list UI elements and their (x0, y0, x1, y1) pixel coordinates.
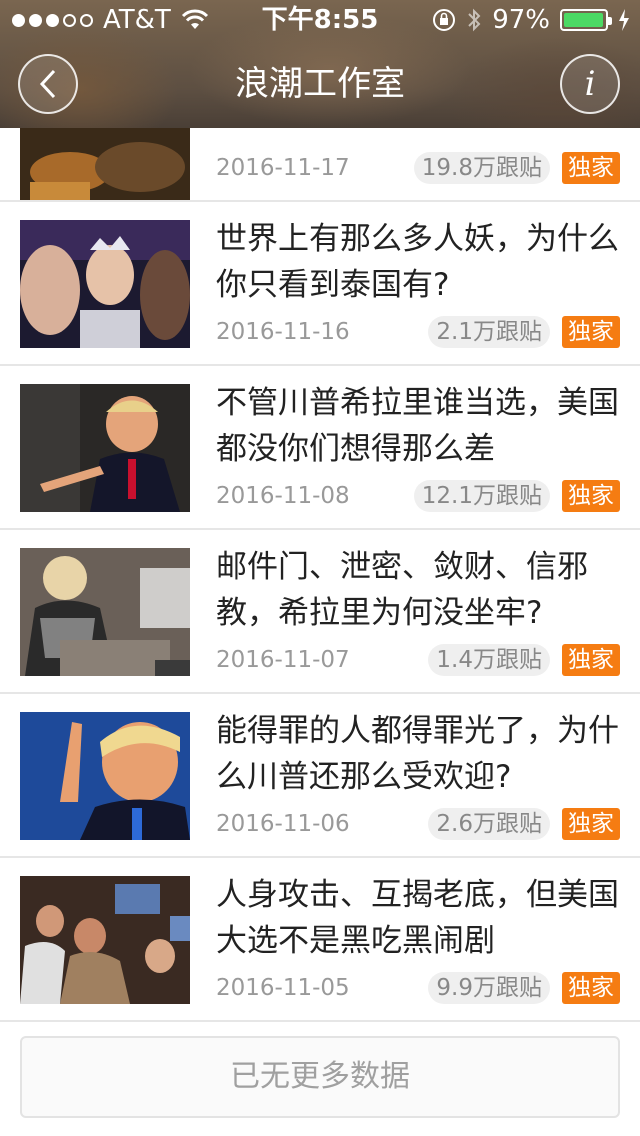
article-thumbnail (20, 384, 190, 512)
list-item[interactable]: 不管川普希拉里谁当选，美国都没你们想得那么差 2016-11-08 12.1万跟… (0, 366, 640, 530)
article-title[interactable]: 邮件门、泄密、敛财、信邪教，希拉里为何没坐牢? (216, 544, 624, 636)
reply-count[interactable]: 2.1万跟贴 (428, 316, 550, 348)
reply-count[interactable]: 12.1万跟贴 (413, 480, 550, 512)
list-item[interactable]: 能得罪的人都得罪光了，为什么川普还那么受欢迎? 2016-11-06 2.6万跟… (0, 694, 640, 858)
article-thumbnail (20, 220, 190, 348)
reply-count[interactable]: 2.6万跟贴 (428, 808, 550, 840)
orientation-lock-icon (433, 9, 456, 31)
nav-bar: 浪潮工作室 i (0, 40, 640, 128)
article-thumbnail (20, 876, 190, 1004)
list-item[interactable]: 2016-11-17 19.8万跟贴 独家 (0, 118, 640, 202)
article-title[interactable]: 能得罪的人都得罪光了，为什么川普还那么受欢迎? (216, 708, 624, 800)
status-bar: AT&T 下午8:55 97% (0, 0, 640, 40)
article-date: 2016-11-07 (216, 647, 350, 673)
list-item[interactable]: 人身攻击、互揭老底，但美国大选不是黑吃黑闹剧 2016-11-05 9.9万跟贴… (0, 858, 640, 1022)
exclusive-badge: 独家 (562, 972, 620, 1004)
page-title: 浪潮工作室 (235, 64, 405, 104)
article-title[interactable]: 世界上有那么多人妖，为什么你只看到泰国有? (216, 216, 624, 308)
exclusive-badge: 独家 (562, 152, 620, 184)
bluetooth-icon (468, 8, 481, 32)
battery-icon (560, 9, 612, 31)
article-thumbnail (20, 548, 190, 676)
exclusive-badge: 独家 (562, 316, 620, 348)
exclusive-badge: 独家 (562, 808, 620, 840)
exclusive-badge: 独家 (562, 480, 620, 512)
list-item[interactable]: 邮件门、泄密、敛财、信邪教，希拉里为何没坐牢? 2016-11-07 1.4万跟… (0, 530, 640, 694)
charging-bolt-icon (619, 9, 629, 31)
info-icon: i (584, 64, 596, 104)
reply-count[interactable]: 9.9万跟贴 (428, 972, 550, 1004)
info-button[interactable]: i (560, 54, 620, 114)
article-date: 2016-11-05 (216, 975, 350, 1001)
header: AT&T 下午8:55 97% 浪潮工作室 i (0, 0, 640, 128)
article-title[interactable]: 不管川普希拉里谁当选，美国都没你们想得那么差 (216, 380, 624, 472)
exclusive-badge: 独家 (562, 644, 620, 676)
battery-percent: 97% (492, 5, 550, 35)
article-date: 2016-11-17 (216, 155, 350, 181)
article-thumbnail (20, 712, 190, 840)
reply-count[interactable]: 19.8万跟贴 (413, 152, 550, 184)
article-title[interactable]: 人身攻击、互揭老底，但美国大选不是黑吃黑闹剧 (216, 872, 624, 964)
article-list: 2016-11-17 19.8万跟贴 独家 世界上有那么多人妖，为什么你只看到泰… (0, 118, 640, 1022)
article-date: 2016-11-06 (216, 811, 350, 837)
article-date: 2016-11-08 (216, 483, 350, 509)
article-thumbnail (20, 118, 190, 200)
list-item[interactable]: 世界上有那么多人妖，为什么你只看到泰国有? 2016-11-16 2.1万跟贴 … (0, 202, 640, 366)
no-more-data-button[interactable]: 已无更多数据 (20, 1036, 620, 1118)
article-date: 2016-11-16 (216, 319, 350, 345)
reply-count[interactable]: 1.4万跟贴 (428, 644, 550, 676)
